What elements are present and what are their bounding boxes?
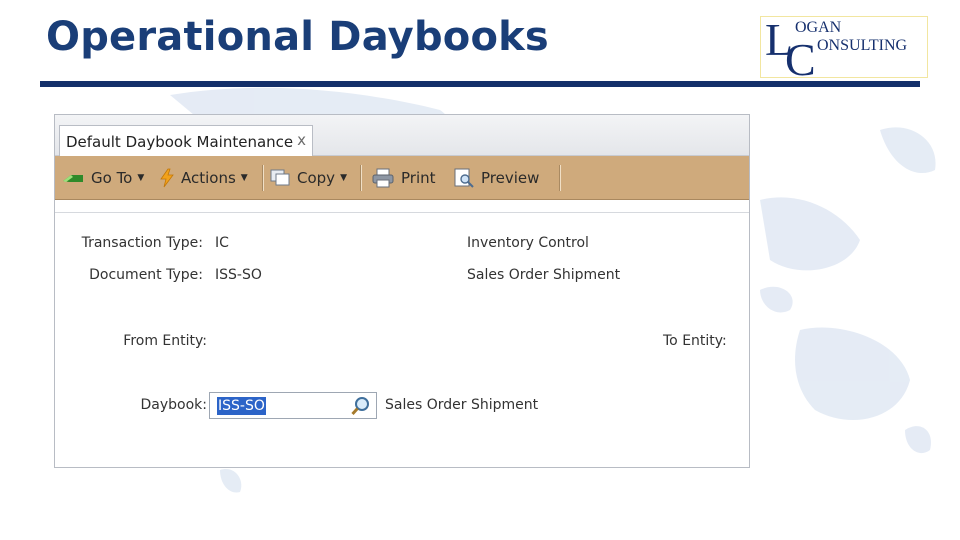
preview-label: Preview bbox=[481, 169, 540, 187]
toolbar-separator bbox=[559, 165, 561, 191]
tab-strip: Default Daybook Maintenance x bbox=[55, 115, 749, 156]
preview-icon bbox=[454, 168, 474, 188]
actions-button[interactable]: Actions ▼ bbox=[159, 156, 248, 200]
chevron-down-icon: ▼ bbox=[137, 173, 145, 183]
actions-label: Actions bbox=[181, 169, 236, 187]
transaction-type-description: Inventory Control bbox=[467, 235, 589, 251]
print-label: Print bbox=[401, 169, 436, 187]
daybook-maintenance-window: Default Daybook Maintenance x Go To ▼ Ac… bbox=[54, 114, 750, 468]
to-entity-label: To Entity: bbox=[663, 333, 727, 349]
copy-button[interactable]: Copy ▼ bbox=[269, 156, 347, 200]
copy-icon bbox=[270, 169, 290, 186]
goto-arrow-icon bbox=[63, 175, 83, 182]
daybook-input-value: ISS-SO bbox=[217, 397, 266, 415]
printer-icon bbox=[372, 168, 394, 188]
document-type-description: Sales Order Shipment bbox=[467, 267, 621, 283]
daybook-description: Sales Order Shipment bbox=[385, 397, 539, 413]
logo-letter-c: C bbox=[785, 34, 816, 85]
logo-word-2: ONSULTING bbox=[817, 37, 908, 54]
close-icon[interactable]: x bbox=[297, 131, 306, 149]
chevron-down-icon: ▼ bbox=[240, 173, 248, 183]
daybook-label: Daybook: bbox=[140, 397, 208, 413]
print-button[interactable]: Print bbox=[371, 156, 436, 200]
search-icon[interactable] bbox=[350, 395, 372, 417]
document-type-value: ISS-SO bbox=[215, 267, 262, 283]
document-type-label: Document Type: bbox=[89, 267, 203, 283]
slide-title: Operational Daybooks bbox=[46, 14, 549, 60]
daybook-input[interactable]: ISS-SO bbox=[209, 392, 377, 419]
toolbar-separator bbox=[262, 165, 264, 191]
tab-label: Default Daybook Maintenance bbox=[66, 133, 294, 151]
chevron-down-icon: ▼ bbox=[340, 173, 347, 183]
transaction-type-value: IC bbox=[215, 235, 229, 251]
tab-default-daybook-maintenance[interactable]: Default Daybook Maintenance x bbox=[59, 125, 313, 156]
form-divider bbox=[55, 212, 749, 213]
toolbar: Go To ▼ Actions ▼ Copy ▼ Print Preview bbox=[55, 156, 749, 200]
company-logo: L OGAN C ONSULTING bbox=[760, 16, 928, 83]
copy-label: Copy bbox=[297, 169, 336, 187]
toolbar-separator bbox=[360, 165, 362, 191]
goto-button[interactable]: Go To ▼ bbox=[61, 156, 144, 200]
from-entity-label: From Entity: bbox=[123, 333, 207, 349]
transaction-type-label: Transaction Type: bbox=[81, 235, 203, 251]
lightning-icon bbox=[160, 168, 174, 188]
goto-label: Go To bbox=[91, 169, 133, 187]
preview-button[interactable]: Preview bbox=[453, 156, 539, 200]
